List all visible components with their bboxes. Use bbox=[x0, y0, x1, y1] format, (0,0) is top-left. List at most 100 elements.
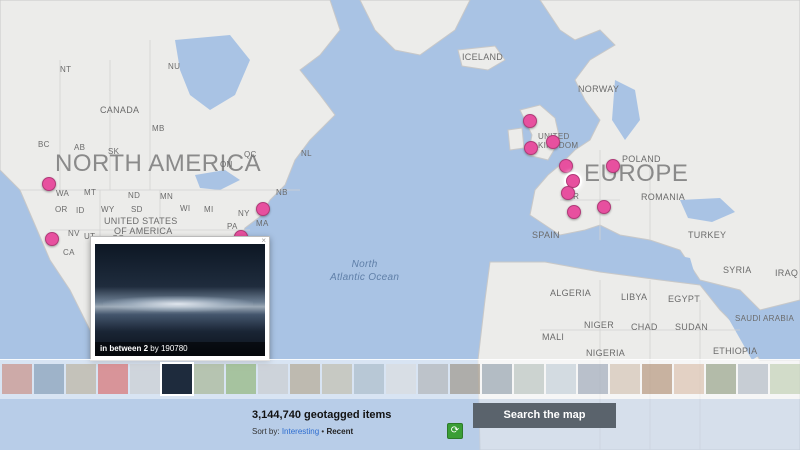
region-label-nv: NV bbox=[68, 229, 80, 238]
region-label-wi: WI bbox=[180, 204, 191, 213]
country-label-norway: NORWAY bbox=[578, 84, 620, 94]
region-label-mi: MI bbox=[204, 205, 214, 214]
thumbnail[interactable] bbox=[738, 364, 768, 394]
thumbnail[interactable] bbox=[482, 364, 512, 394]
map-pin[interactable] bbox=[523, 114, 537, 128]
region-label-mn: MN bbox=[160, 192, 174, 201]
thumbnail-strip bbox=[0, 359, 800, 399]
photo-popup[interactable]: × in between 2 by 190780 bbox=[90, 236, 270, 361]
search-map-button[interactable]: Search the map bbox=[473, 403, 616, 428]
country-label-egypt: EGYPT bbox=[668, 294, 701, 304]
region-label-or: OR bbox=[55, 205, 68, 214]
map-pin[interactable] bbox=[45, 232, 59, 246]
info-bar bbox=[0, 399, 800, 450]
map-pin[interactable] bbox=[42, 177, 56, 191]
region-label-ma: MA bbox=[256, 219, 269, 228]
ocean-label-atlantic: North Atlantic Ocean bbox=[330, 258, 399, 284]
country-label-chad: CHAD bbox=[631, 322, 658, 332]
thumbnail[interactable] bbox=[290, 364, 320, 394]
thumbnail[interactable] bbox=[34, 364, 64, 394]
country-label-iceland: ICELAND bbox=[462, 52, 504, 62]
region-label-nd: ND bbox=[128, 191, 141, 200]
country-label-united-states: UNITED STATES bbox=[104, 216, 178, 226]
map-pin[interactable] bbox=[567, 205, 581, 219]
photo-by: by bbox=[150, 344, 159, 353]
country-label-turkey: TURKEY bbox=[688, 230, 727, 240]
photo-author[interactable]: 190780 bbox=[161, 344, 188, 353]
country-label-libya: LIBYA bbox=[621, 292, 648, 302]
thumbnail[interactable] bbox=[130, 364, 160, 394]
continent-label-europe: EUROPE bbox=[584, 160, 689, 187]
thumbnail[interactable] bbox=[354, 364, 384, 394]
thumbnail[interactable] bbox=[418, 364, 448, 394]
thumbnail[interactable] bbox=[514, 364, 544, 394]
photo-preview[interactable] bbox=[95, 244, 265, 356]
region-label-nl: NL bbox=[301, 149, 312, 158]
thumbnail[interactable] bbox=[258, 364, 288, 394]
country-label-mali: MALI bbox=[542, 332, 565, 342]
thumbnail[interactable] bbox=[706, 364, 736, 394]
map-pin[interactable] bbox=[606, 159, 620, 173]
sort-options: Sort by: Interesting • Recent bbox=[252, 427, 353, 436]
thumbnail[interactable] bbox=[226, 364, 256, 394]
map-pin[interactable] bbox=[546, 135, 560, 149]
region-label-id: ID bbox=[76, 206, 85, 215]
country-label-niger: NIGER bbox=[584, 320, 615, 330]
region-label-mb: MB bbox=[152, 124, 165, 133]
region-label-ny: NY bbox=[238, 209, 250, 218]
thumbnail[interactable] bbox=[546, 364, 576, 394]
region-label-sk: SK bbox=[108, 147, 120, 156]
country-label-sudan: SUDAN bbox=[675, 322, 709, 332]
region-label-ab: AB bbox=[74, 143, 86, 152]
thumbnail[interactable] bbox=[194, 364, 224, 394]
thumbnail[interactable] bbox=[578, 364, 608, 394]
country-label-canada: CANADA bbox=[100, 105, 140, 115]
thumbnail[interactable] bbox=[322, 364, 352, 394]
thumbnail[interactable] bbox=[610, 364, 640, 394]
region-label-sd: SD bbox=[131, 205, 143, 214]
region-label-pa: PA bbox=[227, 222, 238, 231]
thumbnail[interactable] bbox=[2, 364, 32, 394]
map-pin[interactable] bbox=[524, 141, 538, 155]
region-label-nb: NB bbox=[276, 188, 288, 197]
region-label-qc: QC bbox=[244, 150, 257, 159]
thumbnail[interactable] bbox=[450, 364, 480, 394]
thumbnail[interactable] bbox=[642, 364, 672, 394]
region-label-ca: CA bbox=[63, 248, 75, 257]
photo-title[interactable]: in between 2 bbox=[100, 344, 148, 353]
country-label-spain: SPAIN bbox=[532, 230, 560, 240]
country-label-ethiopia: ETHIOPIA bbox=[713, 346, 758, 356]
sort-interesting-link[interactable]: Interesting bbox=[282, 427, 319, 436]
ocean-label-line2: Atlantic Ocean bbox=[330, 272, 400, 283]
thumbnail[interactable] bbox=[674, 364, 704, 394]
map-pin[interactable] bbox=[597, 200, 611, 214]
region-label-nu: NU bbox=[168, 62, 181, 71]
country-label-nigeria: NIGERIA bbox=[586, 348, 626, 358]
region-label-wy: WY bbox=[101, 205, 115, 214]
region-label-wa: WA bbox=[56, 189, 70, 198]
country-label-saudi-arabia: SAUDI ARABIA bbox=[735, 314, 795, 323]
thumbnail[interactable] bbox=[66, 364, 96, 394]
thumbnail-selected[interactable] bbox=[160, 362, 194, 396]
thumbnail[interactable] bbox=[98, 364, 128, 394]
sort-recent[interactable]: Recent bbox=[326, 427, 353, 436]
country-label-romania: ROMANIA bbox=[641, 192, 686, 202]
region-label-on: ON bbox=[220, 160, 233, 169]
region-label-nt: NT bbox=[60, 65, 72, 74]
map-pin[interactable] bbox=[256, 202, 270, 216]
photo-cloud-streak bbox=[103, 296, 253, 312]
refresh-icon[interactable]: ⟳ bbox=[447, 423, 463, 439]
country-label-iraq: IRAQ bbox=[775, 268, 799, 278]
region-label-mt: MT bbox=[84, 188, 97, 197]
thumbnail[interactable] bbox=[386, 364, 416, 394]
geotagged-count: 3,144,740 geotagged items bbox=[252, 409, 392, 421]
region-label-bc: BC bbox=[38, 140, 50, 149]
country-label-algeria: ALGERIA bbox=[550, 288, 592, 298]
thumbnail[interactable] bbox=[770, 364, 800, 394]
country-label-poland: POLAND bbox=[622, 154, 661, 164]
map-pin[interactable] bbox=[559, 159, 573, 173]
ocean-label-line1: North bbox=[351, 259, 378, 270]
sort-separator: • bbox=[321, 427, 325, 436]
map-pin[interactable] bbox=[561, 186, 575, 200]
photo-caption: in between 2 by 190780 bbox=[95, 342, 265, 356]
